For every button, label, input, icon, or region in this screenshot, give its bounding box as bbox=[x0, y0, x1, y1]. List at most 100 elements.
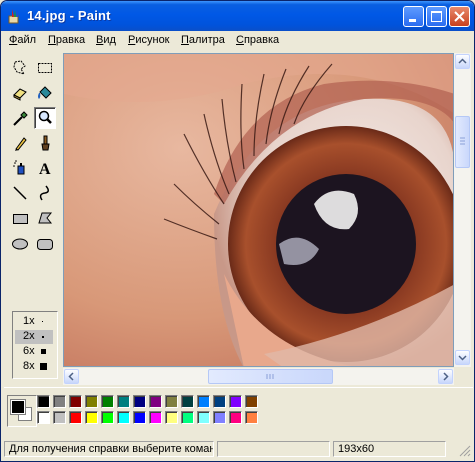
tool-free-form-select[interactable] bbox=[9, 57, 31, 79]
color-swatch[interactable] bbox=[133, 411, 146, 424]
tool-magnifier[interactable] bbox=[34, 107, 56, 129]
menu-help-accel: С bbox=[236, 34, 244, 46]
color-swatch[interactable] bbox=[53, 411, 66, 424]
color-swatch[interactable] bbox=[53, 395, 66, 408]
menu-help[interactable]: Справка bbox=[236, 34, 279, 46]
polygon-icon bbox=[38, 212, 53, 224]
menu-palette[interactable]: Палитра bbox=[181, 34, 225, 46]
scroll-left-button[interactable] bbox=[64, 369, 79, 384]
close-icon bbox=[454, 11, 465, 22]
tool-text[interactable]: A bbox=[34, 157, 56, 179]
color-swatch[interactable] bbox=[37, 395, 50, 408]
color-swatch[interactable] bbox=[165, 395, 178, 408]
tool-brush[interactable] bbox=[34, 132, 56, 154]
tool-color-picker[interactable] bbox=[9, 107, 31, 129]
close-button[interactable] bbox=[449, 6, 470, 27]
drawing-canvas[interactable] bbox=[63, 53, 454, 367]
color-swatch[interactable] bbox=[69, 411, 82, 424]
tool-rounded-rectangle[interactable] bbox=[34, 232, 56, 254]
color-swatch[interactable] bbox=[197, 411, 210, 424]
color-swatch[interactable] bbox=[245, 395, 258, 408]
color-swatch[interactable] bbox=[101, 411, 114, 424]
menu-file[interactable]: Файл bbox=[9, 34, 36, 46]
tool-curve[interactable] bbox=[34, 182, 56, 204]
zoom-option-1x[interactable]: 1x bbox=[15, 315, 53, 329]
zoom-option-8x[interactable]: 8x bbox=[15, 360, 53, 374]
scroll-up-button[interactable] bbox=[455, 54, 470, 69]
tool-eraser[interactable] bbox=[9, 82, 31, 104]
tool-fill[interactable] bbox=[34, 82, 56, 104]
color-swatch[interactable] bbox=[181, 395, 194, 408]
arrow-left-icon bbox=[68, 372, 74, 381]
scroll-down-button[interactable] bbox=[455, 350, 470, 365]
horizontal-scrollbar[interactable] bbox=[63, 368, 454, 385]
title-bar[interactable]: 14.jpg - Paint bbox=[1, 1, 474, 31]
maximize-button[interactable] bbox=[426, 6, 447, 27]
minimize-button[interactable] bbox=[403, 6, 424, 27]
paint-app-icon bbox=[8, 9, 19, 24]
status-size: 193x60 bbox=[333, 441, 446, 457]
window-title: 14.jpg - Paint bbox=[27, 8, 111, 23]
paint-window: 14.jpg - Paint Файл Правка Вид Рисунок П… bbox=[0, 0, 475, 462]
text-icon: A bbox=[39, 161, 51, 178]
menu-palette-accel: П bbox=[181, 34, 189, 46]
color-swatch[interactable] bbox=[149, 395, 162, 408]
tool-rectangle[interactable] bbox=[9, 207, 31, 229]
color-swatch[interactable] bbox=[85, 395, 98, 408]
rectangle-select-icon bbox=[38, 63, 52, 73]
grip-icon bbox=[266, 374, 274, 379]
maximize-icon bbox=[431, 11, 442, 22]
color-swatch[interactable] bbox=[117, 411, 130, 424]
curve-icon bbox=[39, 185, 49, 201]
tool-airbrush[interactable] bbox=[9, 157, 31, 179]
zoom-option-6x[interactable]: 6x bbox=[15, 345, 53, 359]
menu-view[interactable]: Вид bbox=[96, 34, 116, 46]
horizontal-scroll-thumb[interactable] bbox=[208, 369, 333, 384]
color-swatch[interactable] bbox=[101, 395, 114, 408]
zoom-options-panel: 1x 2x 6x 8x bbox=[12, 311, 58, 379]
color-swatch[interactable] bbox=[197, 395, 210, 408]
status-help-text: Для получения справки выберите коман bbox=[4, 441, 214, 457]
color-swatch[interactable] bbox=[133, 395, 146, 408]
color-swatch[interactable] bbox=[213, 411, 226, 424]
color-swatch[interactable] bbox=[85, 411, 98, 424]
zoom-dot-icon bbox=[40, 363, 47, 370]
tool-pencil[interactable] bbox=[9, 132, 31, 154]
rectangle-icon bbox=[13, 214, 28, 224]
tool-ellipse[interactable] bbox=[9, 232, 31, 254]
color-swatch[interactable] bbox=[213, 395, 226, 408]
tool-polygon[interactable] bbox=[34, 207, 56, 229]
airbrush-icon bbox=[13, 160, 25, 175]
vertical-scroll-thumb[interactable] bbox=[455, 116, 470, 168]
color-swatch[interactable] bbox=[117, 395, 130, 408]
minimize-icon bbox=[409, 19, 416, 22]
color-swatch[interactable] bbox=[229, 395, 242, 408]
zoom-label-2x: 2x bbox=[23, 330, 35, 342]
color-swatch[interactable] bbox=[181, 411, 194, 424]
color-swatch[interactable] bbox=[149, 411, 162, 424]
brush-icon bbox=[41, 135, 50, 151]
status-bar: Для получения справки выберите коман 193… bbox=[4, 439, 473, 459]
zoom-option-2x[interactable]: 2x bbox=[15, 330, 53, 344]
zoom-label-1x: 1x bbox=[23, 315, 35, 327]
color-swatch[interactable] bbox=[245, 411, 258, 424]
menu-edit[interactable]: Правка bbox=[48, 34, 85, 46]
magnifier-icon bbox=[38, 110, 52, 124]
color-swatch[interactable] bbox=[69, 395, 82, 408]
color-swatch[interactable] bbox=[165, 411, 178, 424]
current-colors[interactable] bbox=[7, 395, 37, 427]
color-swatch[interactable] bbox=[37, 411, 50, 424]
vertical-scrollbar[interactable] bbox=[454, 53, 471, 367]
menu-view-rest: ид bbox=[103, 34, 116, 46]
pencil-icon bbox=[15, 137, 27, 151]
zoom-dot-icon bbox=[42, 321, 43, 322]
menu-image[interactable]: Рисунок bbox=[128, 34, 170, 46]
menu-file-rest: айл bbox=[17, 34, 37, 46]
tool-line[interactable] bbox=[9, 182, 31, 204]
color-palette bbox=[4, 387, 473, 438]
tool-rectangle-select[interactable] bbox=[34, 57, 56, 79]
menu-edit-accel: П bbox=[48, 34, 56, 46]
scroll-right-button[interactable] bbox=[438, 369, 453, 384]
resize-grip-icon[interactable] bbox=[459, 445, 471, 457]
color-swatch[interactable] bbox=[229, 411, 242, 424]
